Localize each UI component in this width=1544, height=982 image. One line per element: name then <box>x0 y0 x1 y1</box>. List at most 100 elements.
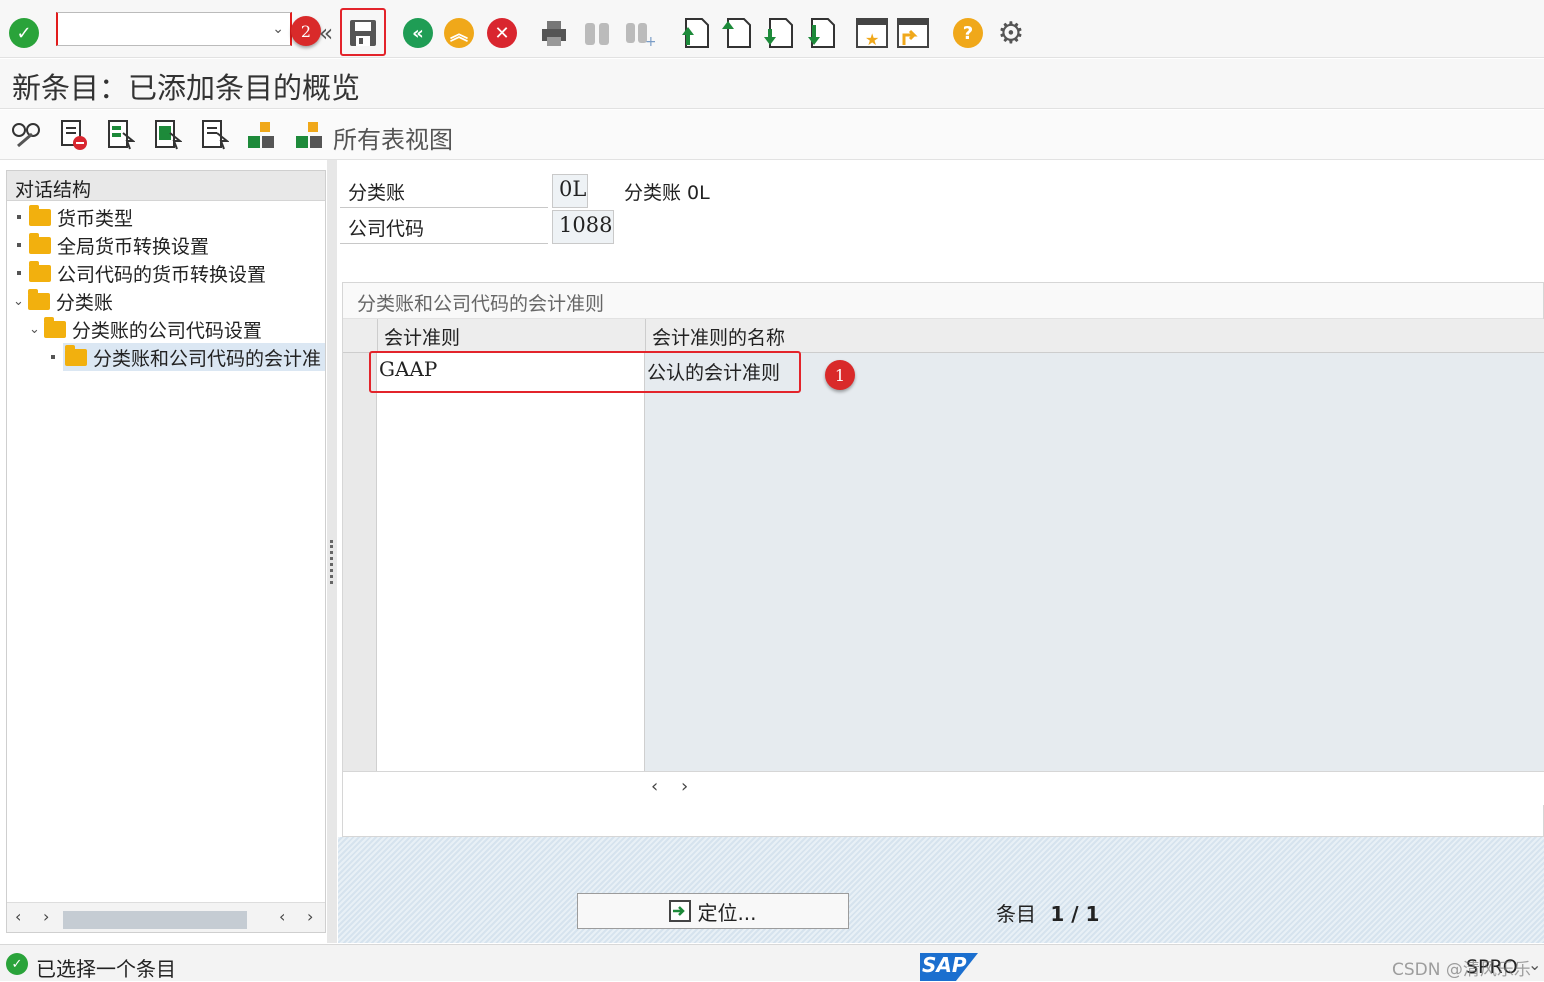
select-block-icon[interactable] <box>149 118 185 152</box>
row-selector[interactable] <box>343 598 377 633</box>
row-selector[interactable] <box>343 668 377 703</box>
row-selector[interactable] <box>343 423 377 458</box>
tree-item-label: 分类账和公司代码的会计准 <box>93 347 322 370</box>
row-selector[interactable] <box>343 458 377 493</box>
scroll-left-icon[interactable]: ‹ <box>651 776 658 797</box>
table-row[interactable] <box>343 493 1544 528</box>
previous-page-icon[interactable] <box>716 12 756 54</box>
all-views-label[interactable]: 所有表视图 <box>333 120 453 155</box>
principle-cell[interactable] <box>377 493 645 528</box>
save-icon[interactable] <box>343 12 383 54</box>
principle-name-cell[interactable] <box>645 703 1544 738</box>
table-row[interactable] <box>343 458 1544 493</box>
row-selector[interactable] <box>343 528 377 563</box>
scroll-left-icon[interactable]: ‹ <box>15 907 21 926</box>
table-row[interactable] <box>343 388 1544 423</box>
column-header-principle[interactable]: 会计准则 <box>377 319 645 353</box>
dialog-structure-title: 对话结构 <box>7 171 325 201</box>
table-row[interactable] <box>343 668 1544 703</box>
row-selector[interactable] <box>343 493 377 528</box>
next-page-icon[interactable] <box>758 12 798 54</box>
find-next-icon[interactable]: + <box>619 12 659 54</box>
print-icon[interactable] <box>534 12 574 54</box>
principle-name-cell[interactable] <box>645 738 1544 771</box>
table-row[interactable] <box>343 633 1544 668</box>
scroll-right-icon[interactable]: › <box>681 776 688 797</box>
select-all-cell[interactable] <box>343 319 377 353</box>
principle-name-cell[interactable] <box>645 633 1544 668</box>
column-header-name[interactable]: 会计准则的名称 <box>645 319 1544 353</box>
chevron-down-icon[interactable]: ⌄ <box>1528 955 1541 974</box>
page-title: 新条目：已添加条目的概览 <box>12 71 361 105</box>
help-icon[interactable]: ? <box>948 12 988 54</box>
row-selector[interactable] <box>343 388 377 423</box>
all-views-icon[interactable] <box>292 118 328 152</box>
scroll-left-icon[interactable]: ‹ <box>279 907 285 926</box>
table-row[interactable] <box>343 738 1544 771</box>
table-row[interactable] <box>343 528 1544 563</box>
find-icon[interactable] <box>577 12 617 54</box>
folder-icon <box>29 204 51 226</box>
back-icon[interactable]: « <box>398 12 438 54</box>
table-scrollbar[interactable]: ‹ › <box>343 771 1544 805</box>
chevron-down-icon[interactable]: ⌄ <box>272 21 284 37</box>
last-page-icon[interactable] <box>800 12 840 54</box>
table-row[interactable] <box>343 598 1544 633</box>
check-icon[interactable]: ✓ <box>4 12 44 54</box>
shortcut-icon[interactable] <box>893 12 933 54</box>
position-button[interactable]: 定位... <box>577 893 849 929</box>
principle-cell[interactable] <box>377 423 645 458</box>
delete-entry-icon[interactable] <box>55 118 91 152</box>
create-session-icon[interactable]: ★ <box>852 12 892 54</box>
principle-name-cell[interactable] <box>645 598 1544 633</box>
tree-item-ledger-company-settings[interactable]: ⌄ 分类账的公司代码设置 <box>29 315 262 343</box>
tree-item-currency-types[interactable]: 货币类型 <box>17 203 133 231</box>
first-page-icon[interactable] <box>674 12 714 54</box>
principle-cell[interactable] <box>377 563 645 598</box>
scroll-right-icon[interactable]: › <box>43 907 49 926</box>
horizontal-scrollbar[interactable]: ‹ › ‹ › <box>7 902 325 932</box>
settings-icon[interactable]: ⚙ <box>991 12 1031 54</box>
principle-cell[interactable] <box>377 633 645 668</box>
row-selector[interactable] <box>343 633 377 668</box>
table-row[interactable] <box>343 703 1544 738</box>
table-row[interactable] <box>343 563 1544 598</box>
command-field[interactable]: ⌄ <box>56 12 292 46</box>
principle-name-cell[interactable] <box>645 423 1544 458</box>
principle-cell[interactable] <box>377 458 645 493</box>
principle-name-cell[interactable] <box>645 493 1544 528</box>
row-selector[interactable] <box>343 563 377 598</box>
principle-name-cell[interactable] <box>645 388 1544 423</box>
exit-icon[interactable]: ︽ <box>439 12 479 54</box>
tree-item-global-currency[interactable]: 全局货币转换设置 <box>17 231 209 259</box>
tree-item-ledgers[interactable]: ⌄ 分类账 <box>13 287 113 315</box>
display-change-icon[interactable] <box>8 118 44 152</box>
tree-item-company-currency[interactable]: 公司代码的货币转换设置 <box>17 259 266 287</box>
principle-name-cell[interactable] <box>645 563 1544 598</box>
principle-cell[interactable] <box>377 528 645 563</box>
table-row[interactable] <box>343 423 1544 458</box>
principle-cell[interactable] <box>377 598 645 633</box>
chevron-down-icon[interactable]: ⌄ <box>29 322 40 337</box>
principle-cell[interactable] <box>377 738 645 771</box>
transport-icon[interactable] <box>244 118 280 152</box>
splitter-grip-icon[interactable] <box>330 540 334 584</box>
row-selector[interactable] <box>343 738 377 771</box>
entry-value: 1 / 1 <box>1050 902 1100 926</box>
tree-item-accounting-principles[interactable]: 分类账和公司代码的会计准 <box>51 343 326 371</box>
chevron-down-icon[interactable]: ⌄ <box>13 294 24 309</box>
select-all-icon[interactable] <box>102 118 138 152</box>
principle-name-cell[interactable] <box>645 668 1544 703</box>
principle-cell[interactable] <box>377 703 645 738</box>
row-selector[interactable] <box>343 703 377 738</box>
scroll-thumb[interactable] <box>63 911 247 929</box>
panel-splitter[interactable] <box>327 160 337 943</box>
principle-cell[interactable] <box>377 388 645 423</box>
scroll-right-icon[interactable]: › <box>307 907 313 926</box>
principle-name-cell[interactable] <box>645 458 1544 493</box>
cancel-icon[interactable]: ✕ <box>482 12 522 54</box>
principle-name-cell[interactable] <box>645 528 1544 563</box>
deselect-all-icon[interactable] <box>196 118 232 152</box>
principle-cell[interactable] <box>377 668 645 703</box>
sap-logo-text: SAP <box>922 953 967 977</box>
